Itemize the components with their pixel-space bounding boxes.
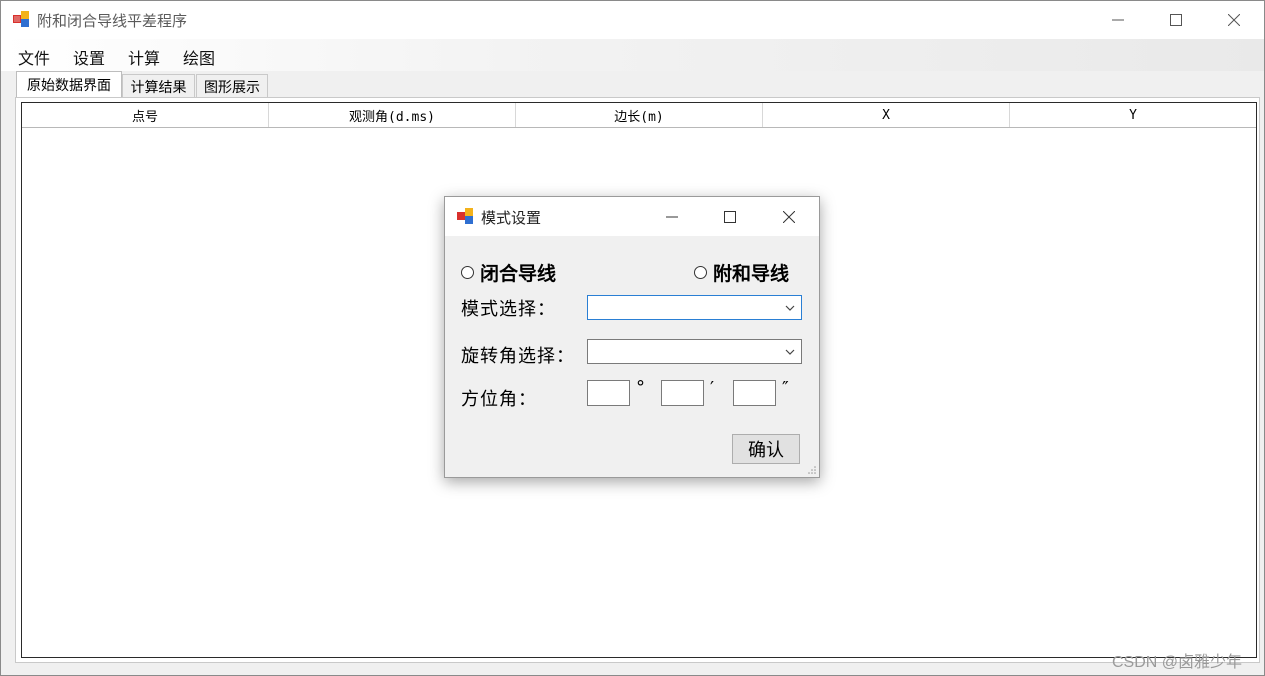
column-header-point[interactable]: 点号	[22, 103, 269, 127]
radio-circle[interactable]	[461, 266, 474, 279]
rotation-label: 旋转角选择：	[461, 346, 575, 367]
column-header-angle[interactable]: 观测角(d.ms)	[269, 103, 516, 127]
radio-attached-label: 附和导线	[713, 263, 790, 285]
title-bar[interactable]: 附和闭合导线平差程序	[1, 1, 1264, 39]
watermark: CSDN @卤雅少年	[1112, 654, 1243, 671]
chevron-down-icon[interactable]	[783, 345, 797, 359]
grid-header: 点号 观测角(d.ms) 边长(m) X Y	[22, 103, 1256, 128]
dialog-minimize-button[interactable]	[643, 197, 701, 236]
menu-bar: 文件 设置 计算 绘图	[1, 39, 1264, 71]
tab-results[interactable]: 计算结果	[122, 74, 195, 98]
close-icon	[783, 210, 795, 223]
column-header-y[interactable]: Y	[1010, 103, 1256, 127]
app-icon	[457, 208, 473, 224]
close-button[interactable]	[1205, 1, 1263, 39]
minute-symbol: ′	[710, 378, 715, 399]
window-title: 附和闭合导线平差程序	[37, 12, 188, 30]
tab-raw-data[interactable]: 原始数据界面	[16, 71, 122, 98]
mode-settings-dialog: 模式设置 闭合导线 附和导线 模式选择： 旋转角选择： 方位角： ° ′ ″ 确…	[444, 196, 820, 478]
dialog-maximize-button[interactable]	[701, 197, 759, 236]
close-icon	[1228, 14, 1240, 26]
minimize-icon	[666, 216, 678, 217]
column-header-distance[interactable]: 边长(m)	[516, 103, 763, 127]
menu-draw[interactable]: 绘图	[183, 45, 215, 69]
menu-settings[interactable]: 设置	[73, 45, 105, 69]
maximize-icon	[1170, 14, 1182, 26]
confirm-button[interactable]: 确认	[732, 434, 800, 464]
dialog-close-button[interactable]	[760, 197, 818, 236]
radio-closed-traverse[interactable]: 闭合导线	[461, 259, 556, 286]
radio-circle[interactable]	[694, 266, 707, 279]
dialog-title: 模式设置	[481, 209, 542, 227]
menu-file[interactable]: 文件	[18, 45, 50, 69]
radio-attached-traverse[interactable]: 附和导线	[694, 259, 789, 286]
degree-symbol: °	[636, 377, 645, 398]
app-icon	[13, 11, 29, 27]
radio-closed-label: 闭合导线	[480, 263, 557, 285]
minimize-button[interactable]	[1089, 1, 1147, 39]
azimuth-minutes-input[interactable]	[661, 380, 704, 406]
chevron-down-icon[interactable]	[783, 301, 797, 315]
tab-graphics[interactable]: 图形展示	[196, 74, 268, 98]
maximize-icon	[724, 210, 736, 223]
resize-grip-icon[interactable]	[807, 465, 817, 475]
second-symbol: ″	[782, 378, 789, 399]
azimuth-seconds-input[interactable]	[733, 380, 776, 406]
mode-label: 模式选择：	[461, 299, 556, 320]
maximize-button[interactable]	[1147, 1, 1205, 39]
azimuth-degrees-input[interactable]	[587, 380, 630, 406]
column-header-x[interactable]: X	[763, 103, 1010, 127]
azimuth-label: 方位角：	[461, 389, 537, 410]
dialog-title-bar[interactable]: 模式设置	[445, 197, 819, 236]
rotation-select[interactable]	[587, 339, 802, 364]
minimize-icon	[1112, 19, 1124, 21]
mode-select[interactable]	[587, 295, 802, 320]
menu-calculate[interactable]: 计算	[128, 45, 160, 69]
